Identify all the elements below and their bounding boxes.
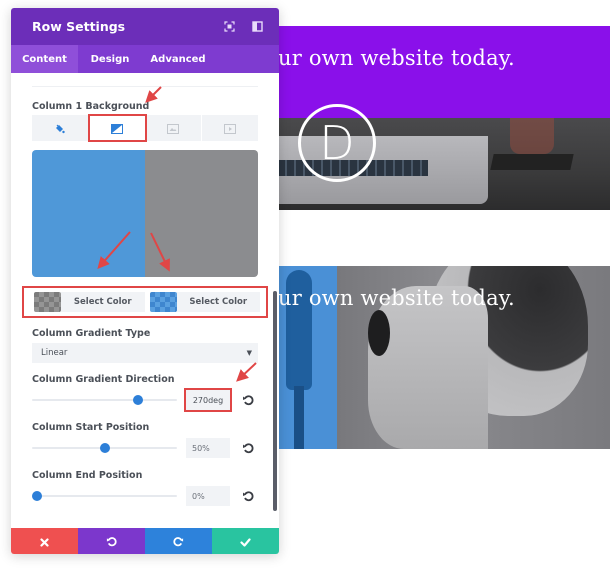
start-position-input[interactable]: 50% (186, 438, 230, 458)
slider-track (32, 495, 177, 497)
gradient-direction-input[interactable]: 270deg (184, 388, 232, 412)
redo-icon (173, 532, 184, 551)
save-button[interactable] (212, 528, 279, 554)
sidebar-toggle-icon[interactable] (245, 17, 269, 37)
end-color-picker[interactable]: Select Color (149, 292, 260, 312)
divider (32, 86, 258, 87)
hero-headline: ur own website today. (278, 46, 515, 70)
bg-type-color-tab[interactable] (32, 115, 89, 141)
settings-tabs: Content Design Advanced (11, 45, 279, 73)
divi-logo: D (298, 104, 376, 182)
gradient-end-color (145, 150, 258, 277)
person-face-image (368, 286, 488, 449)
chevron-down-icon: ▼ (246, 349, 252, 357)
hero-headline-2: ur own website today. (278, 286, 515, 310)
website-preview-section-2: ur own website today. (278, 266, 610, 449)
logo-letter: D (319, 116, 355, 170)
paint-bucket-icon (54, 119, 66, 138)
person-mouth-image (368, 310, 390, 356)
tab-advanced[interactable]: Advanced (142, 45, 214, 73)
bg-type-gradient-tab[interactable] (87, 114, 147, 142)
bg-type-video-tab[interactable] (202, 115, 258, 141)
coaster-image (490, 154, 574, 170)
gradient-icon (110, 119, 123, 138)
gradient-color-pickers: Select Color Select Color (22, 286, 268, 318)
slider-thumb[interactable] (99, 443, 110, 453)
select-color-button[interactable]: Select Color (61, 292, 145, 312)
slider-thumb[interactable] (32, 491, 42, 501)
panel-scrollbar[interactable] (273, 291, 277, 511)
panel-title: Row Settings (32, 19, 126, 34)
gradient-type-select[interactable]: Linear ▼ (32, 343, 258, 363)
gradient-preview (32, 150, 258, 277)
panel-header[interactable]: Row Settings (11, 8, 279, 45)
row-settings-panel: Row Settings Content Design Advanced Col… (11, 8, 279, 554)
panel-body: Column 1 Background Select Color Select … (11, 86, 279, 507)
end-position-input[interactable]: 0% (186, 486, 230, 506)
website-preview-section-1: ur own website today. D (278, 26, 610, 210)
column-background-label: Column 1 Background (32, 101, 150, 112)
slider-track (32, 399, 177, 401)
start-color-picker[interactable]: Select Color (34, 292, 145, 312)
start-position-label: Column Start Position (32, 422, 150, 433)
undo-icon (106, 532, 117, 551)
cancel-button[interactable] (11, 528, 78, 554)
reset-icon[interactable] (242, 490, 254, 502)
end-position-control: 0% (32, 485, 258, 507)
redo-button[interactable] (145, 528, 212, 554)
start-position-slider[interactable] (32, 442, 177, 454)
gradient-direction-label: Column Gradient Direction (32, 374, 175, 385)
microphone-stand-image (294, 386, 304, 449)
reset-icon[interactable] (242, 394, 254, 406)
color-swatch[interactable] (149, 292, 177, 312)
select-color-button[interactable]: Select Color (176, 292, 260, 312)
start-position-control: 50% (32, 437, 258, 459)
gradient-start-color (32, 150, 145, 277)
end-position-slider[interactable] (32, 490, 177, 502)
check-icon (240, 532, 251, 551)
gradient-type-label: Column Gradient Type (32, 328, 151, 339)
tab-content[interactable]: Content (11, 45, 78, 73)
background-type-tabs (32, 114, 258, 142)
end-position-label: Column End Position (32, 470, 143, 481)
undo-button[interactable] (78, 528, 145, 554)
tab-design[interactable]: Design (78, 45, 142, 73)
bg-type-image-tab[interactable] (146, 115, 203, 141)
expand-icon[interactable] (217, 17, 241, 37)
reset-icon[interactable] (242, 442, 254, 454)
image-icon (167, 119, 180, 138)
close-icon (40, 532, 49, 551)
gradient-direction-control: 270deg (32, 388, 258, 412)
slider-thumb[interactable] (133, 395, 144, 405)
video-icon (224, 119, 237, 138)
gradient-type-value: Linear (41, 348, 68, 358)
gradient-direction-slider[interactable] (32, 394, 177, 406)
panel-footer (11, 528, 279, 554)
color-swatch[interactable] (34, 292, 61, 312)
